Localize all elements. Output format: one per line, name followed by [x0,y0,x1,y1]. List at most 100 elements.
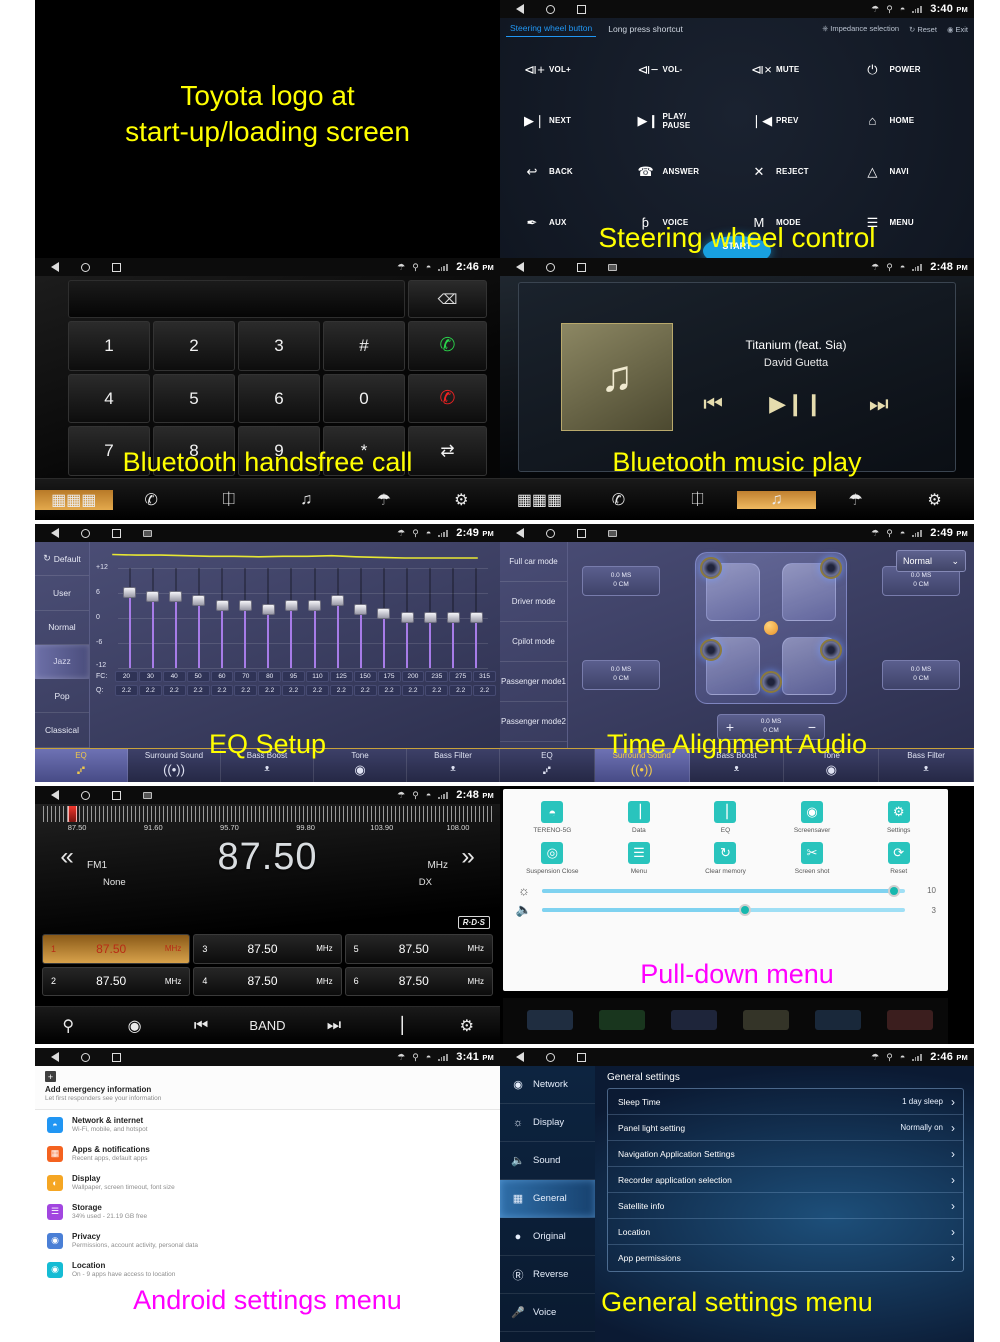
preset-2[interactable]: 2 87.50 MHz [42,966,191,996]
key-3[interactable]: 3 [238,321,320,371]
eq-fc-275[interactable]: 275 [449,671,473,682]
preset-4[interactable]: 4 87.50 MHz [193,966,342,996]
card-icon[interactable] [608,529,617,537]
call-log-icon[interactable]: ✆ [579,490,658,510]
eq-fc-95[interactable]: 95 [282,671,305,682]
recent-apps-icon[interactable] [577,528,586,538]
sw-button-menu[interactable]: ☰ MENU [851,197,965,248]
tile-menu[interactable]: ☰ Menu [596,842,683,875]
eq-slider-315[interactable] [469,568,483,668]
recent-apps-icon[interactable] [112,262,121,272]
back-icon[interactable] [51,1052,59,1062]
eq-q-235[interactable]: 2.2 [425,685,449,696]
back-icon[interactable] [516,1052,524,1062]
settings-row-storage[interactable]: ☰ Storage 34% used - 21.19 GB free [35,1197,500,1226]
preset-6[interactable]: 6 87.50 MHz [344,966,493,996]
home-icon[interactable] [546,1052,555,1062]
eq-preset-classical[interactable]: Classical [35,713,89,748]
mode-passenger-2[interactable]: Passenger mode2 [500,702,567,742]
nav-buttons[interactable] [41,528,152,538]
nav-buttons[interactable] [506,1052,586,1062]
call-button[interactable]: ✆ [408,321,487,371]
listening-position-marker[interactable] [764,621,778,635]
key-0[interactable]: 0 [323,373,405,424]
nav-buttons[interactable] [41,1052,121,1062]
sidebar-item-network[interactable]: ◉ Network [500,1066,595,1104]
eq-q-175[interactable]: 2.2 [377,685,401,696]
eq-q-80[interactable]: 2.2 [258,685,282,696]
row-app-permissions[interactable]: App permissions › [608,1245,963,1271]
home-icon[interactable] [546,4,555,14]
bt-music-icon[interactable]: ♫ [737,490,816,509]
preset-1[interactable]: 1 87.50 MHz [42,934,191,964]
eq-preset-pop[interactable]: Pop [35,679,89,714]
eq-slider-150[interactable] [354,568,368,668]
transfer-call-button[interactable]: ⇄ [408,426,487,477]
eq-slider-200[interactable] [400,568,414,668]
card-icon[interactable] [608,263,617,271]
eq-slider-125[interactable] [331,568,345,668]
key-7[interactable]: 7 [68,426,150,477]
eq-slider-20[interactable] [123,568,137,668]
eq-q-50[interactable]: 2.2 [186,685,210,696]
emergency-info-card[interactable]: + Add emergency information Let first re… [35,1066,500,1110]
key-5[interactable]: 5 [153,373,235,424]
settings-row-network[interactable]: ◓ Network & internet Wi-Fi, mobile, and h… [35,1110,500,1139]
eq-q-110[interactable]: 2.2 [306,685,329,696]
eq-slider-110[interactable] [308,568,322,668]
tile-suspension-close[interactable]: ◎ Suspension Close [509,842,596,875]
tab-tone[interactable]: Tone ◉ [784,749,880,782]
sidebar-item-original[interactable]: ● Original [500,1218,595,1256]
recent-apps-icon[interactable] [112,1052,121,1062]
eq-slider-80[interactable] [261,568,275,668]
row-navigation-app[interactable]: Navigation Application Settings › [608,1141,963,1167]
card-icon[interactable] [143,791,152,799]
eq-fc-50[interactable]: 50 [186,671,210,682]
eq-q-95[interactable]: 2.2 [282,685,305,696]
eq-q-40[interactable]: 2.2 [162,685,186,696]
settings-gear-icon[interactable]: ⚙ [423,490,501,510]
eq-fc-70[interactable]: 70 [234,671,258,682]
scan-antenna-icon[interactable]: ◉ [101,1016,167,1036]
recent-apps-icon[interactable] [577,262,586,272]
search-icon[interactable]: ⚲ [35,1016,101,1036]
row-recorder-app[interactable]: Recorder application selection › [608,1167,963,1193]
tuning-marker[interactable] [68,806,77,822]
tab-eq[interactable]: EQ ⑇ [500,749,595,782]
eq-slider-60[interactable] [215,568,229,668]
next-station-icon[interactable]: ⏭ [301,1017,367,1035]
key-star[interactable]: * [323,426,405,477]
delay-front-left[interactable]: 0.0 MS 0 CM [582,566,660,596]
sw-button-volume-down[interactable]: ⧏− VOL- [624,44,738,95]
eq-slider-175[interactable] [377,568,391,668]
tab-bass-filter[interactable]: Bass Filter ᵜ [407,749,500,782]
nav-buttons[interactable] [506,262,617,272]
tile-clear-memory[interactable]: ↻ Clear memory [682,842,769,875]
back-icon[interactable] [516,528,524,538]
eq-fc-175[interactable]: 175 [377,671,401,682]
tab-eq[interactable]: EQ ⑇ [35,749,128,782]
nav-buttons[interactable] [41,790,152,800]
band-button[interactable]: BAND [234,1018,300,1033]
eq-slider-30[interactable] [146,568,160,668]
eq-q-275[interactable]: 2.2 [449,685,473,696]
key-1[interactable]: 1 [68,321,150,371]
phone-number-input[interactable] [68,280,405,318]
eq-fc-235[interactable]: 235 [425,671,449,682]
recent-apps-icon[interactable] [112,790,121,800]
eq-q-70[interactable]: 2.2 [234,685,258,696]
eq-fc-20[interactable]: 20 [115,671,138,682]
delay-rear-left[interactable]: 0.0 MS 0 CM [582,660,660,690]
settings-gear-icon[interactable]: ⚙ [895,490,974,510]
bluetooth-device-icon[interactable]: ☂ [345,490,423,510]
tune-up-button[interactable]: » [450,843,486,871]
eq-fc-200[interactable]: 200 [401,671,425,682]
tile-eq[interactable]: ⎟ EQ [682,801,769,834]
sw-button-prev[interactable]: ❘◀ PREV [737,95,851,146]
exit-button[interactable]: ◉ Exit [947,25,968,34]
nav-buttons[interactable] [506,4,586,14]
sw-button-mute[interactable]: ⧏× MUTE [737,44,851,95]
mode-full-car[interactable]: Full car mode [500,542,567,582]
tab-surround-sound[interactable]: Surround Sound ((•)) [128,749,221,782]
tile-screen-shot[interactable]: ✂ Screen shot [769,842,856,875]
